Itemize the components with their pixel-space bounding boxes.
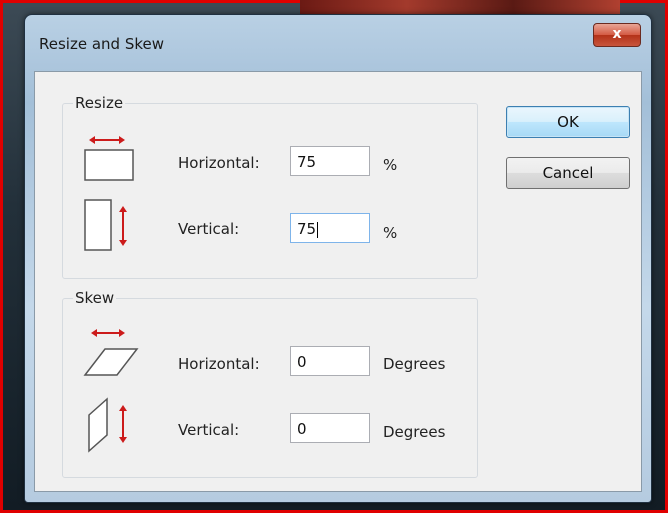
resize-skew-dialog: Resize and Skew x Resize Horizontal: 75 … (24, 14, 652, 503)
ok-button[interactable]: OK (506, 106, 630, 138)
skew-horizontal-input[interactable]: 0 (290, 346, 370, 376)
skew-horizontal-unit: Degrees (383, 355, 446, 373)
title-bar[interactable]: Resize and Skew x (25, 15, 651, 63)
resize-horizontal-unit: % (383, 156, 398, 174)
cancel-button[interactable]: Cancel (506, 157, 630, 189)
close-button[interactable]: x (593, 23, 641, 47)
resize-horizontal-value: 75 (297, 153, 317, 171)
skew-vertical-icon (88, 397, 127, 453)
skew-group-label: Skew (73, 289, 117, 307)
resize-vertical-value: 75 (297, 220, 317, 238)
skew-horizontal-icon (83, 329, 139, 376)
skew-vertical-label: Vertical: (178, 421, 240, 439)
dialog-title: Resize and Skew (39, 35, 164, 53)
skew-group: Skew Horizontal: 0 Degrees Vertical: 0 D… (62, 289, 478, 478)
dialog-client-area: Resize Horizontal: 75 % Vertical: 75 % S… (34, 71, 642, 492)
resize-group: Resize Horizontal: 75 % Vertical: 75 % (62, 94, 478, 279)
resize-horizontal-input[interactable]: 75 (290, 146, 370, 176)
skew-horizontal-value: 0 (297, 353, 307, 371)
resize-horizontal-label: Horizontal: (178, 154, 260, 172)
resize-vertical-label: Vertical: (178, 220, 240, 238)
skew-vertical-unit: Degrees (383, 423, 446, 441)
resize-vertical-input[interactable]: 75 (290, 213, 370, 243)
resize-vertical-icon (84, 199, 127, 251)
skew-vertical-input[interactable]: 0 (290, 413, 370, 443)
skew-horizontal-label: Horizontal: (178, 355, 260, 373)
resize-vertical-unit: % (383, 224, 398, 242)
background-image-strip (300, 0, 620, 14)
text-caret (317, 221, 319, 238)
resize-horizontal-icon (84, 136, 134, 181)
close-icon: x (612, 26, 622, 42)
resize-group-label: Resize (73, 94, 126, 112)
skew-vertical-value: 0 (297, 420, 307, 438)
